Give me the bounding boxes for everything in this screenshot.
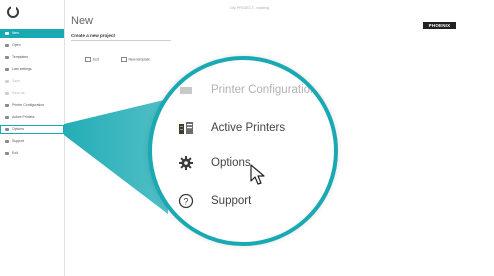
magnifier-lens: Printer Configuration Active Printers Op… [148,56,338,246]
app-window: New Open Templates Last settings Save Sa… [0,0,494,276]
active-printers-icon [179,122,193,134]
printer-config-icon [180,87,192,94]
svg-text:?: ? [183,197,188,207]
help-icon: ? [178,193,194,209]
mouse-pointer-icon [250,164,265,185]
gear-icon [179,156,193,170]
